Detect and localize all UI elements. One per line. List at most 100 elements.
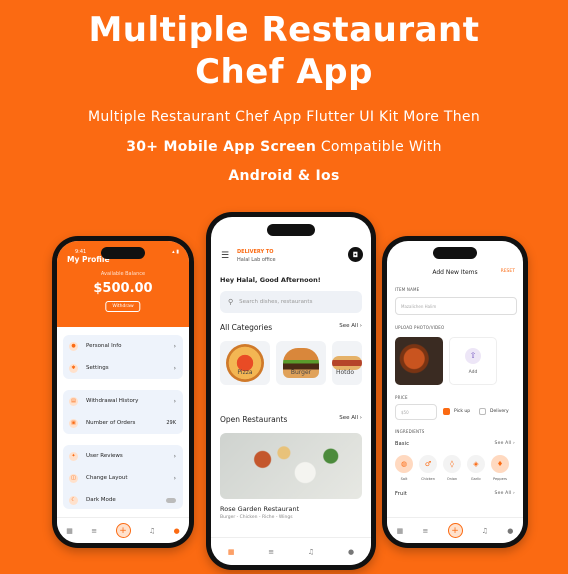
menu-item-user-reviews[interactable]: ✦ User Reviews › <box>63 445 183 467</box>
balance-label: Available Balance <box>100 271 146 277</box>
item-name-field[interactable]: Mazalichen Halim <box>395 297 517 315</box>
phone-add-item: Add New Items RESET ITEM NAME Mazalichen… <box>382 236 528 548</box>
ingredient-peppers[interactable]: ♦ Peppers <box>491 455 509 481</box>
restaurant-name[interactable]: Rose Garden Restaurant <box>220 505 299 513</box>
menu-item-change-layout[interactable]: ◫ Change Layout › <box>63 467 183 489</box>
reset-button[interactable]: RESET <box>501 269 515 274</box>
grid-icon[interactable]: ▦ <box>397 527 404 535</box>
home-screen: ☰ DELIVERY TO Halal Lab office ◘ Hey Hal… <box>211 217 371 565</box>
upload-label: UPLOAD PHOTO/VIDEO <box>395 325 445 330</box>
category-label: Hotdo <box>336 369 355 376</box>
ingredients-label: INGREDIENTS <box>395 429 425 434</box>
restaurant-tags: Burger - Chicken - Riche - Wings <box>220 515 293 520</box>
gear-icon: ✱ <box>69 363 78 373</box>
profile-menu-group-1: ● Personal Info › ✱ Settings › <box>63 335 183 379</box>
orders-icon: ▣ <box>69 418 78 428</box>
chevron-right-icon: › <box>173 474 176 482</box>
delivery-checkbox[interactable]: Delivery <box>479 408 509 415</box>
menu-item-dark-mode[interactable]: ☾ Dark Mode <box>63 489 183 509</box>
ingredient-chicken[interactable]: ♂ Chicken <box>419 455 437 481</box>
price-field[interactable]: $50 <box>395 404 437 420</box>
category-label: Burger <box>290 369 312 376</box>
add-icon[interactable]: + <box>115 523 131 538</box>
withdraw-button[interactable]: Withdraw <box>105 301 141 312</box>
restaurant-image[interactable] <box>220 433 362 499</box>
menu-item-settings[interactable]: ✱ Settings › <box>63 357 183 379</box>
price-label: PRICE <box>395 395 408 400</box>
bell-icon[interactable]: ♫ <box>308 548 314 556</box>
checkbox-checked-icon <box>443 408 450 415</box>
banner-subtitle-line1: Multiple Restaurant Chef App Flutter UI … <box>87 109 480 125</box>
menu-item-label: Settings <box>86 365 109 371</box>
profile-menu-group-2: ▤ Withdrawal History › ▣ Number of Order… <box>63 390 183 434</box>
menu-item-label: Withdrawal History <box>86 398 139 404</box>
basic-see-all[interactable]: See All › <box>495 441 515 446</box>
menu-item-personal-info[interactable]: ● Personal Info › <box>63 335 183 357</box>
salt-icon: ◍ <box>395 455 413 473</box>
profile-icon[interactable]: ● <box>507 527 513 535</box>
ingredient-label: Garlic <box>470 477 482 481</box>
grid-icon[interactable]: ▦ <box>66 527 73 535</box>
banner-subtitle-rest: Compatible With <box>316 139 442 155</box>
ingredient-list: ◍ Salt ♂ Chicken ◊ Onion ◈ Garlic ♦ Peppers <box>395 455 509 481</box>
hotdog-image <box>332 356 362 370</box>
bell-icon[interactable]: ♫ <box>482 527 488 535</box>
add-item-screen: Add New Items RESET ITEM NAME Mazalichen… <box>387 241 523 543</box>
chevron-right-icon: › <box>173 364 176 372</box>
search-input[interactable]: ⚲ Search dishes, restaurants <box>220 291 362 313</box>
phone-notch <box>433 247 477 259</box>
add-label: Add <box>468 369 478 375</box>
menu-item-label: Dark Mode <box>86 497 116 503</box>
banner-subtitle-line3: Android & Ios <box>0 168 568 184</box>
profile-menu-group-3: ✦ User Reviews › ◫ Change Layout › ☾ Dar… <box>63 445 183 509</box>
profile-screen: 9:41 ▴ ▮ My Profile Available Balance $5… <box>57 241 189 543</box>
reviews-icon: ✦ <box>69 451 78 461</box>
grid-icon[interactable]: ▦ <box>228 548 235 556</box>
banner-subtitle-bold: 30+ Mobile App Screen <box>126 139 317 155</box>
history-icon: ▤ <box>69 396 78 406</box>
bell-icon[interactable]: ♫ <box>149 527 155 535</box>
profile-icon[interactable]: ● <box>348 548 354 556</box>
pizza-image <box>226 344 264 382</box>
banner-subtitle-platforms: Android & Ios <box>228 168 340 184</box>
category-hotdog[interactable] <box>332 341 362 385</box>
pepper-icon: ♦ <box>491 455 509 473</box>
cart-icon[interactable]: ◘ <box>348 247 363 262</box>
category-burger[interactable] <box>276 341 326 385</box>
layout-icon: ◫ <box>69 473 78 483</box>
category-pizza[interactable] <box>220 341 270 385</box>
ingredient-label: Onion <box>446 477 458 481</box>
add-icon[interactable]: + <box>447 523 463 538</box>
bottom-tab-bar: ▦ ≡ + ♫ ● <box>387 517 523 543</box>
bottom-tab-bar: ▦ ≡ ♫ ● <box>211 537 371 565</box>
menu-icon[interactable]: ☰ <box>221 251 229 261</box>
restaurants-header: Open Restaurants See All › <box>220 415 362 424</box>
profile-icon[interactable]: ● <box>174 527 180 535</box>
pickup-checkbox[interactable]: Pick up <box>443 408 470 415</box>
fruit-see-all[interactable]: See All › <box>495 491 515 496</box>
delivery-location[interactable]: Halal Lab office <box>237 257 276 263</box>
categories-header: All Categories See All › <box>220 323 362 332</box>
chevron-right-icon: › <box>173 452 176 460</box>
basic-label: Basic <box>395 441 410 447</box>
phone-notch <box>101 247 145 259</box>
list-icon[interactable]: ≡ <box>422 527 428 535</box>
upload-icon: ⇧ <box>465 347 481 364</box>
ingredient-garlic[interactable]: ◈ Garlic <box>467 455 485 481</box>
menu-item-number-of-orders[interactable]: ▣ Number of Orders 29K <box>63 412 183 434</box>
checkbox-unchecked-icon <box>479 408 486 415</box>
ingredient-salt[interactable]: ◍ Salt <box>395 455 413 481</box>
restaurants-see-all[interactable]: See All › <box>339 415 362 424</box>
list-icon[interactable]: ≡ <box>268 548 274 556</box>
onion-icon: ◊ <box>443 455 461 473</box>
ingredient-onion[interactable]: ◊ Onion <box>443 455 461 481</box>
menu-item-label: User Reviews <box>86 453 123 459</box>
categories-see-all[interactable]: See All › <box>339 323 362 332</box>
list-icon[interactable]: ≡ <box>91 527 97 535</box>
upload-add-button[interactable]: ⇧ Add <box>449 337 497 385</box>
dark-mode-toggle[interactable] <box>166 497 176 503</box>
menu-item-withdrawal-history[interactable]: ▤ Withdrawal History › <box>63 390 183 412</box>
search-icon: ⚲ <box>228 298 234 306</box>
categories-title: All Categories <box>220 323 273 332</box>
uploaded-photo[interactable] <box>395 337 443 385</box>
